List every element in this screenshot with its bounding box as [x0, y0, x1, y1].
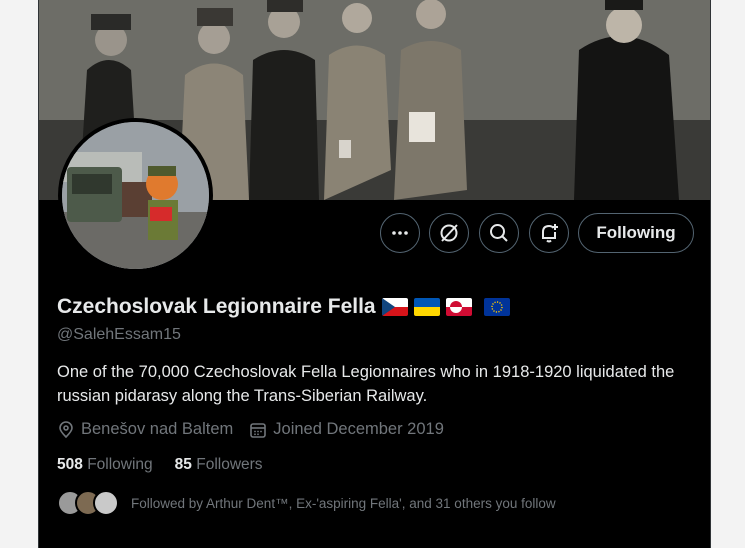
followers-label: Followers — [196, 456, 263, 473]
followed-by-row[interactable]: Followed by Arthur Dent™, Ex-'aspiring F… — [57, 490, 556, 516]
followers-count: 85 — [174, 456, 192, 473]
ukraine-flag-icon — [413, 298, 440, 316]
grok-button[interactable] — [429, 213, 469, 253]
profile-avatar[interactable] — [58, 118, 213, 273]
joined-text: Joined December 2019 — [273, 420, 444, 438]
display-name: Czechoslovak Legionnaire Fella — [57, 295, 376, 318]
joined-item: Joined December 2019 — [249, 420, 444, 439]
follower-avatar — [93, 490, 119, 516]
location-pin-icon — [59, 420, 73, 438]
following-count: 508 — [57, 456, 83, 473]
location-item: Benešov nad Baltem — [57, 420, 233, 439]
following-button[interactable]: Following — [578, 213, 694, 253]
display-name-row: Czechoslovak Legionnaire Fella — [57, 295, 510, 319]
profile-handle: @SalehEssam15 — [57, 326, 181, 343]
following-link[interactable]: 508 Following — [57, 456, 153, 474]
eu-flag-icon — [483, 298, 510, 316]
profile-panel: Following Czechoslovak Legionnaire Fella… — [38, 0, 711, 548]
followed-by-text: Followed by Arthur Dent™, Ex-'aspiring F… — [131, 495, 556, 511]
greenland-flag-icon — [445, 298, 472, 316]
search-button[interactable] — [479, 213, 519, 253]
calendar-icon — [250, 422, 267, 438]
profile-bio: One of the 70,000 Czechoslovak Fella Leg… — [57, 363, 675, 405]
avatar-image — [62, 122, 209, 269]
czech-flag-icon — [381, 298, 408, 316]
followers-link[interactable]: 85 Followers — [175, 456, 263, 474]
search-icon — [490, 224, 508, 242]
profile-meta: Benešov nad Baltem Joined December 2019 — [57, 420, 460, 439]
following-label: Following — [87, 456, 153, 473]
more-icon — [392, 231, 408, 235]
profile-stats: 508 Following 85 Followers — [57, 456, 263, 474]
bell-plus-icon — [542, 224, 558, 243]
grok-icon — [440, 224, 458, 242]
location-text: Benešov nad Baltem — [81, 420, 234, 438]
more-button[interactable] — [380, 213, 420, 253]
notifications-button[interactable] — [529, 213, 569, 253]
